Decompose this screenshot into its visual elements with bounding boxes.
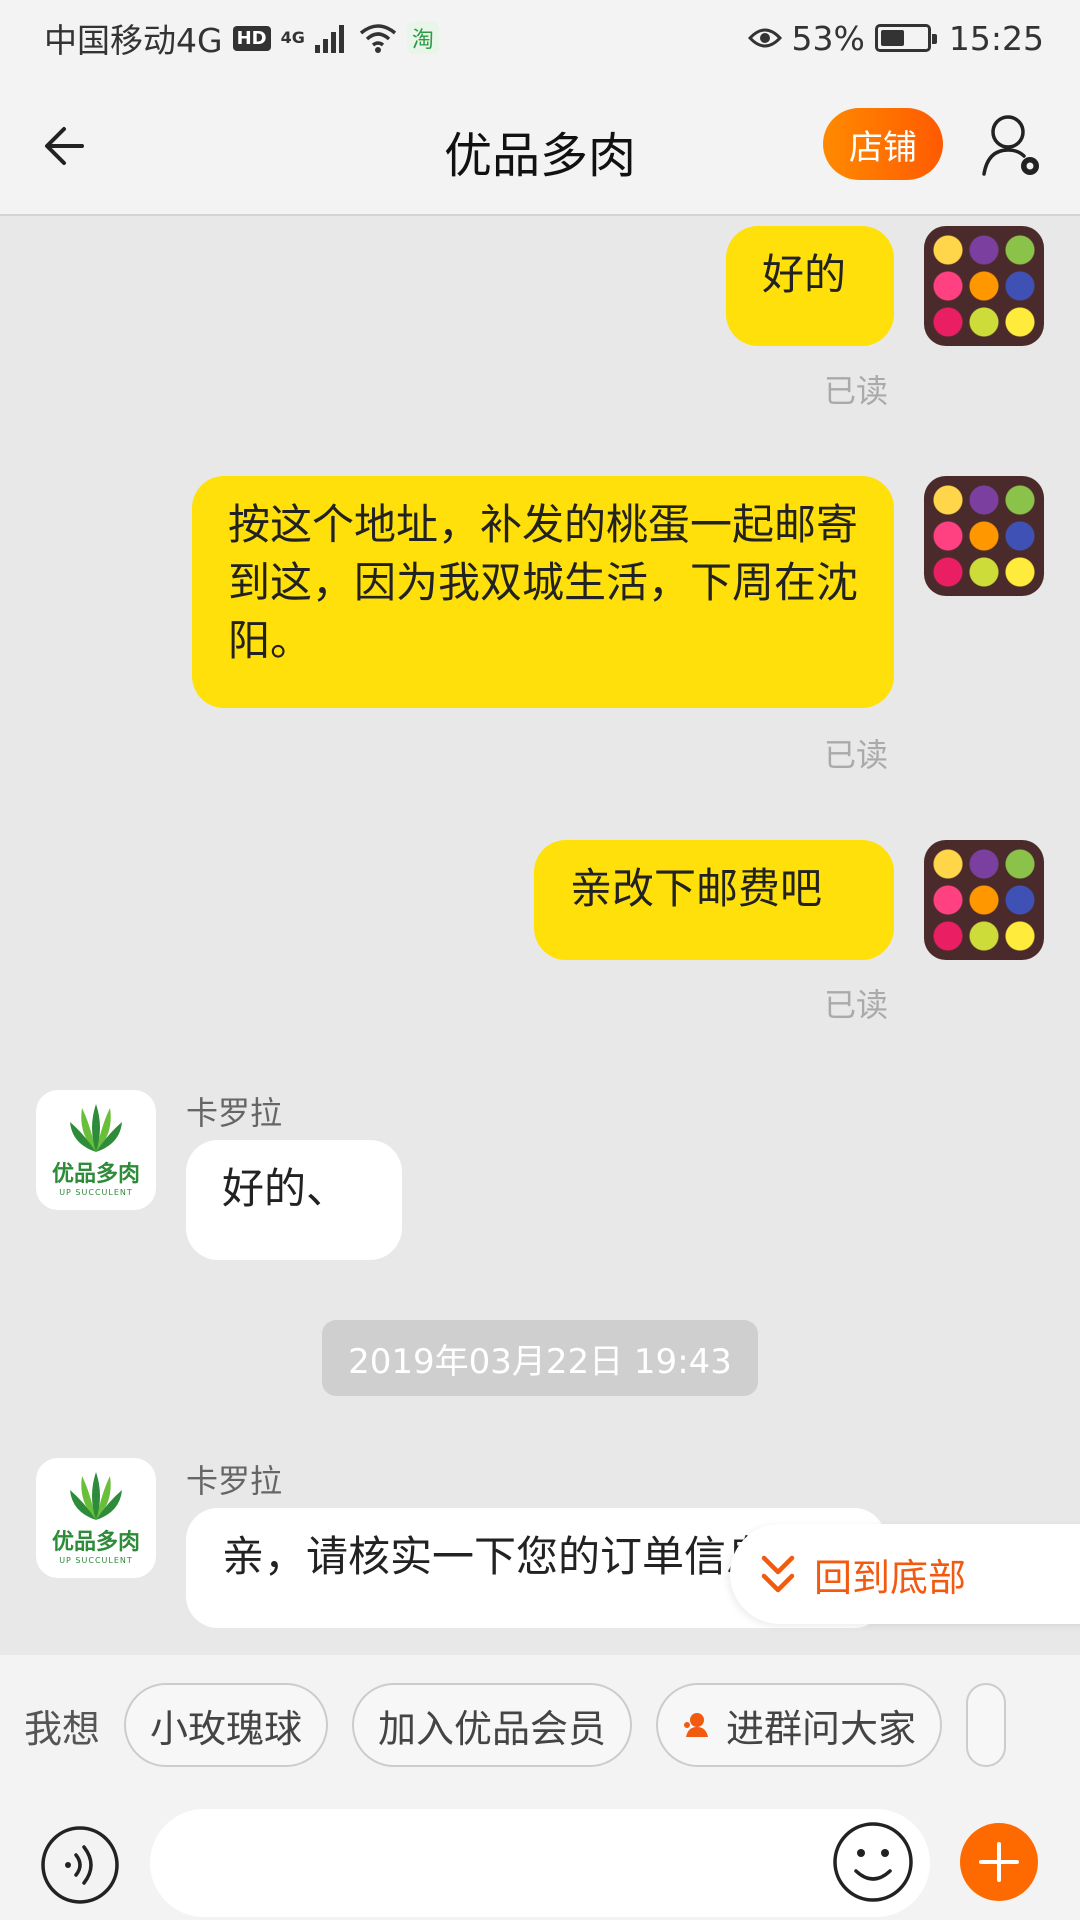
read-receipt: 已读 [824,736,889,774]
sender-name: 卡罗拉 [186,1462,283,1500]
chip-label: 进群问大家 [726,1706,917,1751]
battery-icon [874,24,937,52]
message-text: 亲改下邮费吧 [570,864,823,913]
quick-reply-chip[interactable]: 加入优品会员 [352,1683,633,1767]
my-message-bubble[interactable]: 好的 [726,226,894,346]
shop-avatar[interactable]: 优品多肉 UP SUCCULENT [36,1090,156,1210]
emoji-icon[interactable] [832,1821,914,1903]
sender-name: 卡罗拉 [186,1094,283,1132]
battery-fill [880,30,904,46]
my-avatar[interactable] [924,226,1044,346]
title-bar: 优品多肉 店铺 [0,76,1080,216]
quick-reply-chip[interactable]: 进群问大家 [656,1683,943,1767]
status-right: 53% 15:25 [747,18,1044,58]
message-text: 按这个地址，补发的桃蛋一起邮寄到这，因为我双城生活，下周在沈阳。 [228,500,859,665]
status-bar: 中国移动4G HD 4G 淘 53% 15:25 [0,0,1080,76]
group-chat-icon [684,1713,709,1737]
double-chevron-down-icon [761,1555,795,1593]
back-to-bottom-button[interactable]: 回到底部 [730,1524,1080,1624]
status-left: 中国移动4G HD 4G 淘 [44,14,439,62]
read-receipt: 已读 [824,372,889,410]
user-settings-icon[interactable] [980,112,1044,180]
quick-reply-chip[interactable]: 小玫瑰球 [124,1683,329,1767]
quick-reply-bar: 我想 小玫瑰球 加入优品会员 进群问大家 [0,1655,1080,1795]
input-bar [0,1795,1080,1920]
more-actions-button[interactable] [960,1823,1038,1901]
my-avatar[interactable] [924,840,1044,960]
message-text: 好的、 [222,1164,349,1213]
leaf-logo-icon [70,1103,122,1152]
message-text: 好的 [762,250,847,299]
taobao-app-icon: 淘 [406,22,439,54]
signal-icon [314,25,344,53]
read-receipt: 已读 [824,986,889,1024]
hd-badge: HD [232,25,271,51]
shop-logo-subtext: UP SUCCULENT [59,1555,133,1565]
carrier-text: 中国移动4G [44,21,223,60]
my-message-bubble[interactable]: 亲改下邮费吧 [534,840,894,960]
network-type: 4G [280,28,305,47]
shop-button[interactable]: 店铺 [823,108,943,180]
their-message-bubble[interactable]: 好的、 [186,1140,402,1260]
my-message-bubble[interactable]: 按这个地址，补发的桃蛋一起邮寄到这，因为我双城生活，下周在沈阳。 [192,476,894,708]
battery-percent: 53% [791,18,865,58]
chip-label: 加入优品会员 [378,1706,607,1751]
shop-avatar[interactable]: 优品多肉 UP SUCCULENT [36,1458,156,1578]
shop-logo-subtext: UP SUCCULENT [59,1187,133,1197]
leaf-logo-icon [70,1471,122,1520]
clock: 15:25 [948,18,1044,58]
eye-comfort-icon [747,28,782,48]
shop-logo-text: 优品多肉 [51,1529,140,1555]
chip-label: 小玫瑰球 [150,1706,303,1751]
message-text: 亲，请核实一下您的订单信息 [222,1532,769,1581]
message-timestamp: 2019年03月22日 19:43 [322,1320,758,1396]
plus-icon [979,1842,1019,1882]
chat-message-list[interactable]: 好的 已读 按这个地址，补发的桃蛋一起邮寄到这，因为我双城生活，下周在沈阳。 已… [0,218,1080,1654]
message-input[interactable] [150,1809,930,1917]
quick-reply-label: 我想 [24,1706,101,1751]
wifi-icon [359,24,396,53]
quick-reply-chip-partial[interactable] [966,1683,1007,1767]
back-to-bottom-label: 回到底部 [814,1555,967,1600]
shop-logo-text: 优品多肉 [51,1161,140,1187]
voice-input-icon[interactable] [40,1825,120,1905]
my-avatar[interactable] [924,476,1044,596]
